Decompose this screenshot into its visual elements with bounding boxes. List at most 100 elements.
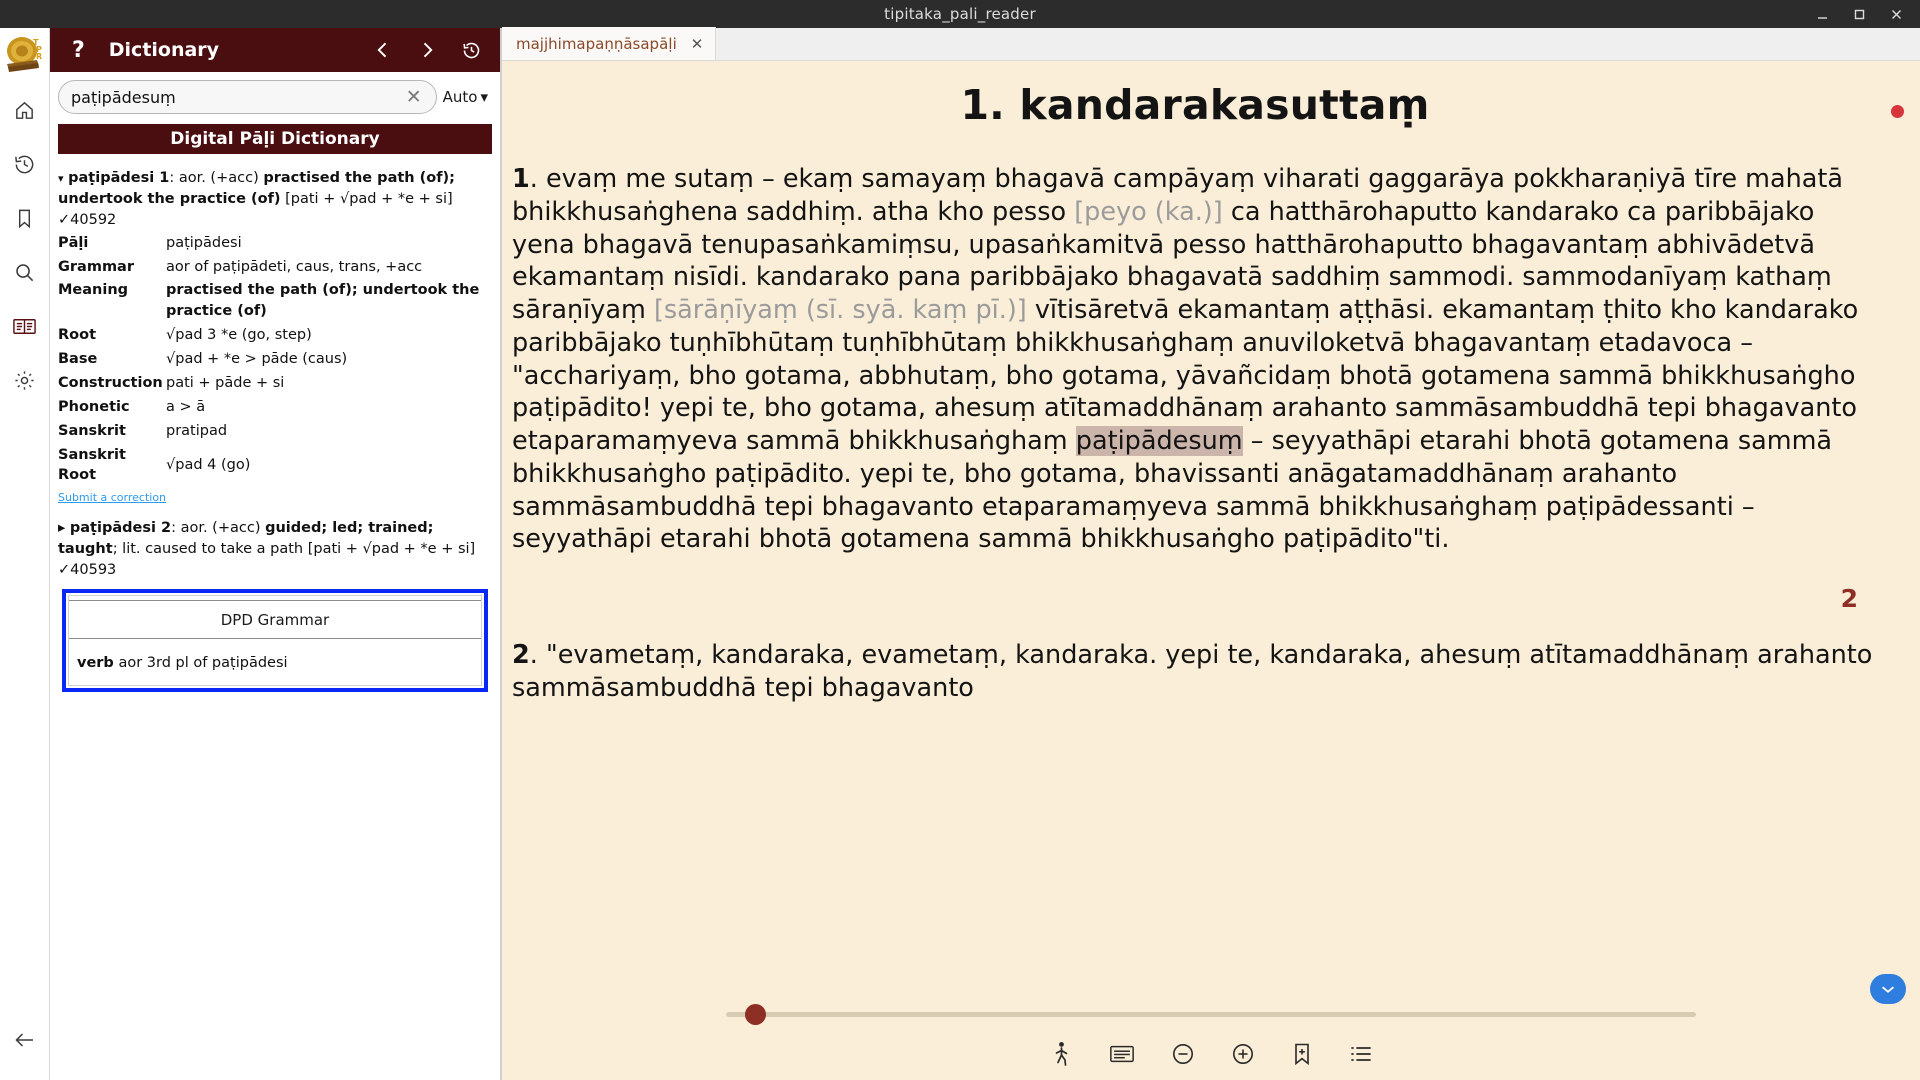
dpd-grammar-detail: aor 3rd pl of paṭipādesi: [118, 654, 288, 671]
detail-value: aor of paṭipādeti, caus, trans, +acc: [166, 258, 423, 275]
dictionary-header: ? Dictionary: [50, 28, 500, 72]
entry-2-grammar-short: : aor. (+acc): [171, 520, 266, 537]
svg-text:R: R: [36, 52, 42, 61]
zoom-out-icon[interactable]: [1171, 1042, 1195, 1066]
detail-value: a > ā: [166, 398, 206, 415]
minimize-icon[interactable]: [1815, 7, 1830, 22]
chevron-down-icon: ▾: [480, 88, 488, 106]
detail-label: Pāḷi: [58, 234, 89, 251]
variant-reading: [peyo (ka.)]: [1074, 196, 1223, 227]
variant-reading: [sārāṇīyaṃ (sī. syā. kaṃ pī.)]: [653, 295, 1027, 326]
paragraph-2-number: 2: [512, 640, 530, 671]
close-tab-icon[interactable]: ✕: [691, 35, 704, 53]
history-clock-icon[interactable]: [461, 40, 482, 61]
dictionary-search-row: ✕ Auto ▾: [50, 72, 500, 120]
help-icon[interactable]: ?: [72, 38, 85, 63]
sidebar-item-history[interactable]: [3, 142, 47, 186]
entry-2-headline[interactable]: ▸ paṭipādesi 2: aor. (+acc) guided; led;…: [58, 518, 492, 581]
entry-1-toggle-icon[interactable]: ▾: [58, 172, 64, 185]
entry-1-check-icon: ✓: [58, 211, 71, 228]
clear-search-icon[interactable]: ✕: [404, 86, 424, 108]
maximize-icon[interactable]: [1852, 7, 1867, 22]
sidebar-item-settings[interactable]: [3, 358, 47, 402]
entry-1-construction: [pati + √pad + *e + si]: [280, 190, 453, 207]
window-title: tipitaka_pali_reader: [884, 5, 1036, 23]
back-arrow-icon[interactable]: [3, 1018, 47, 1062]
sidebar-item-search[interactable]: [3, 250, 47, 294]
paragraph-2-text: . "evametaṃ, kandaraka, evametaṃ, kandar…: [512, 640, 1872, 703]
status-dot-indicator: [1891, 105, 1904, 118]
tab-majjhimapannasapali[interactable]: majjhimapaṇṇāsapāḷi ✕: [502, 27, 717, 60]
walk-icon[interactable]: [1049, 1041, 1073, 1067]
dpd-grammar-title: DPD Grammar: [69, 599, 481, 639]
reader-area: majjhimapaṇṇāsapāḷi ✕ 1. kandarakasuttaṃ…: [502, 27, 1920, 1080]
page-number: 2: [1840, 584, 1858, 614]
sidebar-item-dictionary[interactable]: [3, 304, 47, 348]
zoom-in-icon[interactable]: [1231, 1042, 1255, 1066]
bookmark-add-icon[interactable]: [1291, 1042, 1313, 1066]
dictionary-results[interactable]: ▾ paṭipādesi 1: aor. (+acc) practised th…: [50, 154, 500, 1080]
detail-label: Base: [58, 351, 98, 367]
dpd-grammar-body: verb aor 3rd pl of paṭipādesi: [69, 639, 481, 685]
dpd-grammar-pos: verb: [77, 654, 114, 671]
slider-track[interactable]: [726, 1003, 1696, 1025]
tab-label: majjhimapaṇṇāsapāḷi: [516, 34, 677, 53]
submit-correction-link[interactable]: Submit a correction: [58, 490, 166, 506]
detail-label: Root: [58, 327, 97, 344]
search-input[interactable]: [71, 87, 404, 107]
detail-label: Meaning: [58, 282, 129, 299]
detail-value: √pad 3 *e (go, step): [166, 327, 312, 344]
reader-toolbar: [502, 1028, 1920, 1080]
highlighted-word: paṭipādesuṃ: [1075, 426, 1243, 457]
dictionary-panel: ? Dictionary ✕ Auto ▾ Digita: [50, 28, 502, 1080]
slider-thumb[interactable]: [745, 1003, 767, 1025]
detail-label: Grammar: [58, 258, 134, 275]
close-icon[interactable]: [1889, 7, 1904, 22]
detail-value: pati + pāde + si: [166, 374, 285, 391]
list-icon[interactable]: [1349, 1043, 1373, 1065]
dictionary-title: Dictionary: [108, 39, 220, 61]
search-mode-dropdown[interactable]: Auto ▾: [443, 88, 492, 106]
entry-2-toggle-icon[interactable]: ▸: [58, 520, 65, 536]
chevron-right-icon[interactable]: [417, 40, 437, 60]
entry-2-check-icon: ✓: [58, 561, 71, 578]
window-titlebar: tipitaka_pali_reader: [0, 0, 1920, 28]
entry-1-grammar-short: : aor. (+acc): [169, 170, 264, 186]
entry-2-headword: paṭipādesi 2: [69, 520, 172, 537]
entry-1-details: Pāḷi paṭipādesi Grammar aor of paṭipādet…: [58, 233, 492, 487]
detail-value: paṭipādesi: [166, 234, 242, 251]
translation-icon[interactable]: [1109, 1043, 1135, 1065]
entry-2-id: 40593: [70, 561, 117, 578]
detail-value: √pad 4 (go): [166, 456, 251, 473]
detail-label: Sanskrit Root: [58, 446, 126, 484]
entry-1-headword: paṭipādesi 1: [68, 170, 170, 186]
reader-tabstrip: majjhimapaṇṇāsapāḷi ✕: [502, 27, 1920, 61]
entry-2-literal: ; lit. caused to take a path: [112, 541, 304, 557]
entry-1-headline[interactable]: ▾ paṭipādesi 1: aor. (+acc) practised th…: [58, 168, 492, 231]
reading-position-slider[interactable]: [502, 1000, 1920, 1028]
sidebar-item-home[interactable]: [3, 88, 47, 132]
detail-value: √pad + *e > pāde (caus): [166, 351, 348, 367]
entry-2-construction: [pati + √pad + *e + si]: [303, 541, 476, 557]
page-title: 1. kandarakasuttaṃ: [960, 81, 1430, 129]
chevron-left-icon[interactable]: [373, 40, 393, 60]
dictionary-entry-2: ▸ paṭipādesi 2: aor. (+acc) guided; led;…: [58, 518, 492, 581]
dpd-grammar-inner: DPD Grammar verb aor 3rd pl of paṭipādes…: [68, 594, 482, 686]
window-controls: [1815, 0, 1912, 28]
text-run: . "evametaṃ, kandaraka, evametaṃ, kandar…: [512, 640, 1873, 703]
reader-page[interactable]: 1. kandarakasuttaṃ 1. evaṃ me sutaṃ – ek…: [502, 61, 1920, 1080]
detail-label: Sanskrit: [58, 422, 126, 439]
detail-label: Phonetic: [58, 398, 130, 415]
detail-value: pratipad: [166, 422, 228, 439]
dictionary-entry-1: ▾ paṭipādesi 1: aor. (+acc) practised th…: [58, 168, 492, 508]
paragraph-1-number: 1: [512, 164, 530, 194]
search-field-wrapper[interactable]: ✕: [58, 80, 437, 114]
detail-value: practised the path (of); undertook the p…: [166, 282, 480, 320]
sidebar-item-bookmarks[interactable]: [3, 196, 47, 240]
paragraph-2: 2. "evametaṃ, kandaraka, evametaṃ, kanda…: [512, 639, 1878, 705]
entry-1-id: 40592: [70, 211, 117, 228]
detail-label: Construction: [58, 374, 163, 391]
app-sidebar-rail: T P R: [0, 28, 50, 1080]
search-mode-label: Auto: [442, 88, 478, 106]
dpd-grammar-panel[interactable]: DPD Grammar verb aor 3rd pl of paṭipādes…: [62, 588, 488, 692]
